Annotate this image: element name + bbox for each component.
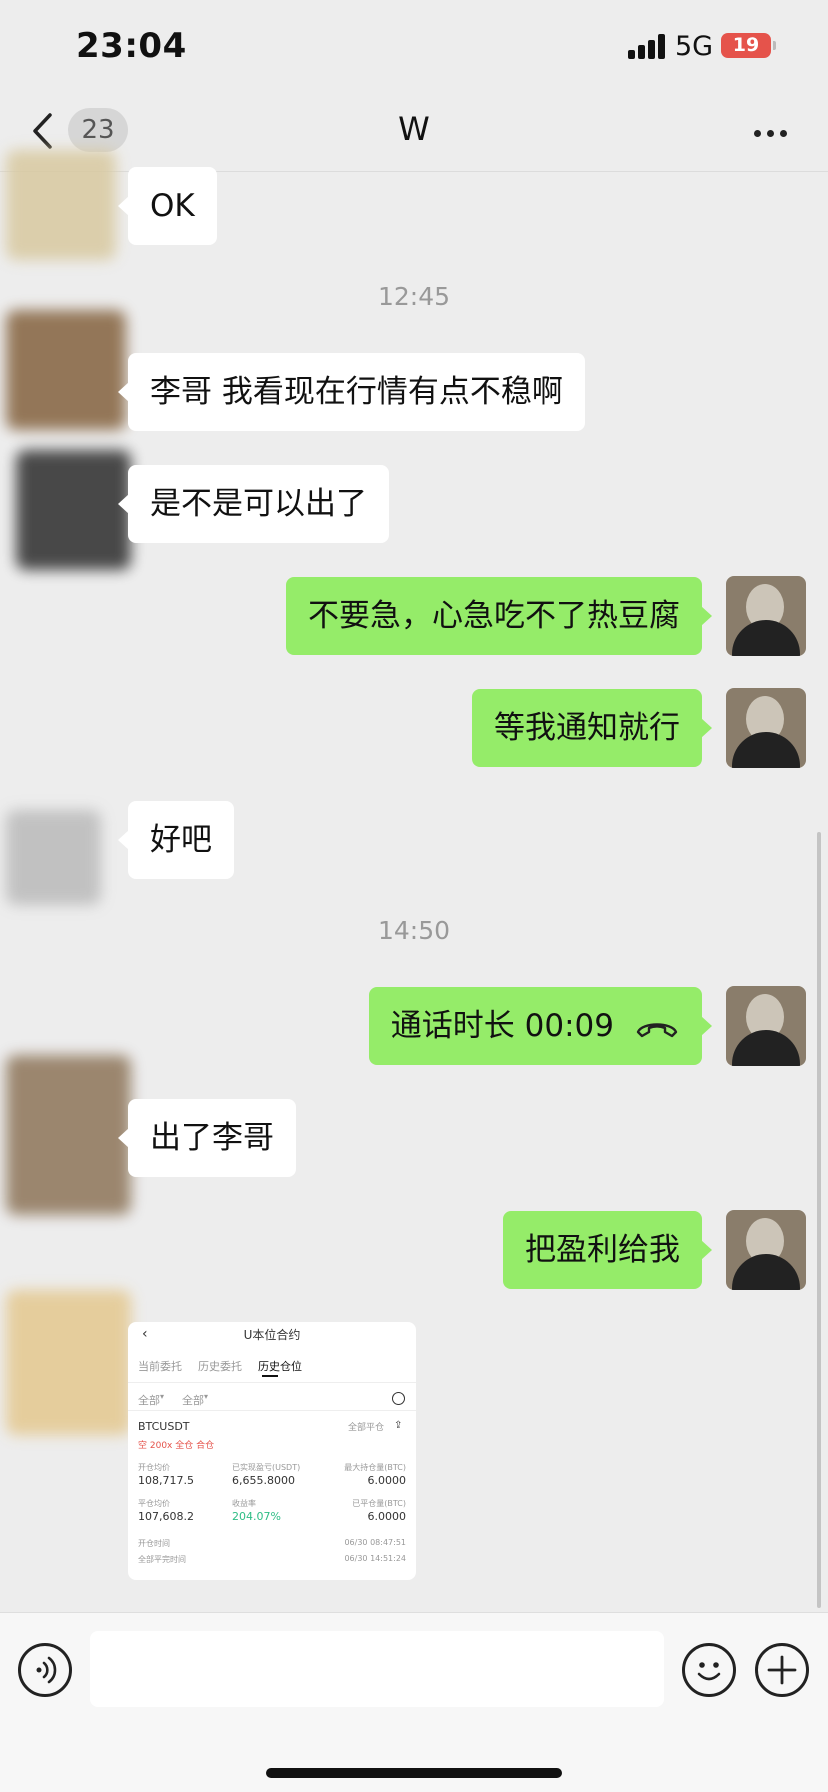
message-input[interactable] xyxy=(90,1631,664,1707)
max-position-label: 最大持仓量(BTC) xyxy=(344,1463,406,1472)
unread-count-badge[interactable]: 23 xyxy=(68,108,128,152)
tab-current-orders: 当前委托 xyxy=(138,1360,182,1373)
chevron-left-icon xyxy=(33,113,52,149)
tab-order-history: 历史委托 xyxy=(198,1360,242,1373)
screenshot-title: U本位合约 xyxy=(243,1328,301,1342)
battery-icon: 19 xyxy=(721,33,776,58)
message-incoming[interactable]: OK xyxy=(118,167,217,245)
my-avatar[interactable] xyxy=(726,688,806,768)
message-incoming[interactable]: 好吧 xyxy=(118,801,234,879)
my-avatar[interactable] xyxy=(726,1210,806,1290)
call-record-bubble[interactable]: 通话时长 00:09 xyxy=(368,987,713,1065)
contact-avatar[interactable] xyxy=(6,800,106,910)
filter-all: 全部 xyxy=(138,1394,160,1407)
my-avatar[interactable] xyxy=(726,986,806,1066)
input-bar xyxy=(0,1612,828,1792)
timestamp: 14:50 xyxy=(377,916,451,945)
back-button[interactable] xyxy=(26,106,66,156)
emoji-icon xyxy=(697,1662,721,1681)
open-time-label: 开仓时间 xyxy=(138,1539,170,1548)
scrollbar[interactable] xyxy=(817,832,821,1608)
symbol: BTCUSDT xyxy=(138,1420,190,1433)
roi: 204.07% xyxy=(232,1510,281,1523)
voice-input-button[interactable] xyxy=(18,1643,72,1697)
voice-icon xyxy=(36,1656,57,1684)
contact-avatar[interactable] xyxy=(6,310,131,580)
close-time-label: 全部平完时间 xyxy=(138,1555,186,1564)
status-bar: 23:04 5G 19 xyxy=(0,0,828,92)
message-incoming[interactable]: 出了李哥 xyxy=(118,1099,296,1177)
contact-avatar[interactable] xyxy=(6,1055,136,1225)
pnl: 6,655.8000 xyxy=(232,1474,295,1487)
plus-icon xyxy=(767,1655,797,1685)
message-outgoing[interactable]: 不要急，心急吃不了热豆腐 xyxy=(286,577,712,655)
status-time: 23:04 xyxy=(76,26,187,66)
filter-all: 全部 xyxy=(182,1394,204,1407)
closed-position-label: 已平仓量(BTC) xyxy=(352,1499,406,1508)
close-all-label: 全部平仓 xyxy=(348,1423,385,1433)
open-price-label: 开仓均价 xyxy=(138,1463,170,1472)
more-functions-button[interactable] xyxy=(755,1643,809,1697)
message-outgoing[interactable]: 把盈利给我 xyxy=(503,1211,712,1289)
network-type: 5G xyxy=(675,31,714,62)
position-tags: 空 200x 全仓 合仓 xyxy=(138,1441,215,1451)
close-time: 06/30 14:51:24 xyxy=(344,1554,406,1563)
signal-icon xyxy=(628,33,666,59)
pnl-label: 已实现盈亏(USDT) xyxy=(232,1463,301,1472)
contact-avatar[interactable] xyxy=(6,150,124,270)
home-indicator[interactable] xyxy=(266,1768,562,1778)
clock-icon xyxy=(392,1392,405,1405)
close-price: 107,608.2 xyxy=(138,1510,194,1523)
message-incoming[interactable]: 李哥 我看现在行情有点不稳啊 xyxy=(118,353,585,431)
open-time: 06/30 08:47:51 xyxy=(344,1538,406,1547)
open-price: 108,717.5 xyxy=(138,1474,194,1487)
call-duration-label: 通话时长 00:09 xyxy=(390,1008,614,1044)
chat-header: 23 W xyxy=(0,92,828,172)
phone-hangup-icon xyxy=(636,1022,678,1037)
image-message-trade-screenshot[interactable]: ‹ U本位合约 当前委托 历史委托 历史仓位 全部 ▾ 全部 ▾ BTCUSDT… xyxy=(128,1322,416,1580)
timestamp: 12:45 xyxy=(377,282,451,311)
contact-avatar[interactable] xyxy=(6,1290,136,1440)
my-avatar[interactable] xyxy=(726,576,806,656)
message-outgoing[interactable]: 等我通知就行 xyxy=(472,689,712,767)
emoji-button[interactable] xyxy=(682,1643,736,1697)
tab-position-history: 历史仓位 xyxy=(258,1360,302,1373)
closed-position: 6.0000 xyxy=(367,1510,407,1523)
share-icon: ⇪ xyxy=(394,1420,403,1431)
close-price-label: 平仓均价 xyxy=(138,1499,170,1508)
message-incoming[interactable]: 是不是可以出了 xyxy=(118,465,389,543)
max-position: 6.0000 xyxy=(367,1474,407,1487)
more-options-button[interactable] xyxy=(746,112,796,152)
roi-label: 收益率 xyxy=(232,1499,256,1508)
